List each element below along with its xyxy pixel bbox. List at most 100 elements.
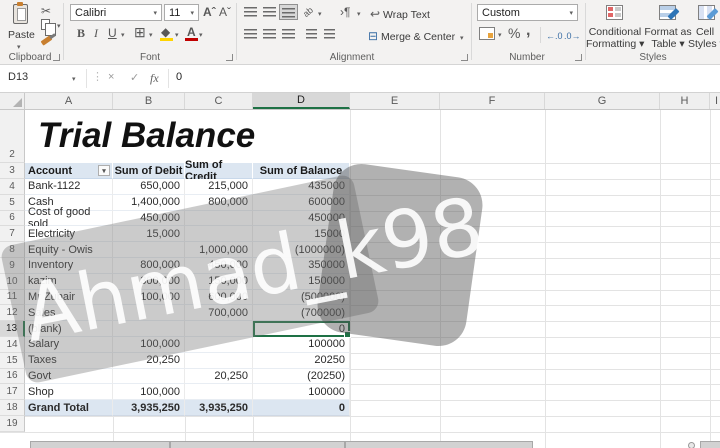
filter-dropdown-icon[interactable]: ▾ bbox=[98, 165, 110, 176]
cell-D9[interactable]: 350000 bbox=[253, 258, 350, 274]
cell-D5[interactable]: 600000 bbox=[253, 195, 350, 211]
cell-A13[interactable]: (blank) bbox=[25, 321, 113, 337]
cell-D7[interactable]: 15000 bbox=[253, 226, 350, 242]
cell-C5[interactable]: 800,000 bbox=[185, 195, 253, 211]
align-bottom-selected[interactable] bbox=[279, 4, 298, 20]
cell-D11[interactable]: (500000) bbox=[253, 290, 350, 306]
column-header-B[interactable]: B bbox=[113, 93, 185, 109]
row-header-7[interactable]: 7 bbox=[0, 226, 25, 242]
cell-D15[interactable]: 20250 bbox=[253, 353, 350, 369]
cell-A18[interactable]: Grand Total bbox=[25, 400, 113, 416]
chevron-down-icon[interactable]: ▾ bbox=[357, 10, 361, 18]
cell-C8[interactable]: 1,000,000 bbox=[185, 242, 253, 258]
cell-B17[interactable]: 100,000 bbox=[113, 384, 185, 400]
cell-A6[interactable]: Cost of good sold bbox=[25, 211, 113, 227]
align-middle-icon[interactable] bbox=[263, 7, 276, 17]
row-header-15[interactable]: 15 bbox=[0, 353, 25, 369]
cell-A12[interactable]: Sales bbox=[25, 305, 113, 321]
row-header-14[interactable]: 14 bbox=[0, 337, 25, 353]
cell-B5[interactable]: 1,400,000 bbox=[113, 195, 185, 211]
align-center-icon[interactable] bbox=[263, 29, 276, 39]
borders-icon[interactable]: ⊞ bbox=[134, 26, 146, 38]
decrease-decimal-icon[interactable]: .0→ bbox=[564, 30, 581, 42]
chevron-down-icon[interactable]: ▾ bbox=[199, 31, 203, 39]
increase-font-icon[interactable]: Aˆ bbox=[203, 6, 216, 18]
row-header-19[interactable]: 19 bbox=[0, 416, 25, 432]
cell-D8[interactable]: (1000000) bbox=[253, 242, 350, 258]
column-header-G[interactable]: G bbox=[545, 93, 660, 109]
row-header-16[interactable]: 16 bbox=[0, 369, 25, 385]
cell-B7[interactable]: 15,000 bbox=[113, 226, 185, 242]
cell-C12[interactable]: 700,000 bbox=[185, 305, 253, 321]
cell-C13[interactable] bbox=[185, 321, 253, 337]
cell-A4[interactable]: Bank-1122 bbox=[25, 179, 113, 195]
cell-B15[interactable]: 20,250 bbox=[113, 353, 185, 369]
cell-C9[interactable]: 450,000 bbox=[185, 258, 253, 274]
cell-D18[interactable]: 0 bbox=[253, 400, 350, 416]
cell-B4[interactable]: 650,000 bbox=[113, 179, 185, 195]
cell-C15[interactable] bbox=[185, 353, 253, 369]
wrap-text-button[interactable]: Wrap Text bbox=[383, 9, 430, 21]
format-as-table-button[interactable]: Format as Table ▾ bbox=[644, 26, 692, 50]
copy-icon[interactable] bbox=[41, 19, 50, 30]
cell-C4[interactable]: 215,000 bbox=[185, 179, 253, 195]
cell-D4[interactable]: 435000 bbox=[253, 179, 350, 195]
orientation-icon[interactable]: ab bbox=[300, 4, 315, 20]
cell-D16[interactable]: (20250) bbox=[253, 369, 350, 385]
cell-A10[interactable]: kazim bbox=[25, 274, 113, 290]
number-format-combo[interactable]: Custom▾ bbox=[477, 4, 578, 21]
cell-B6[interactable]: 450,000 bbox=[113, 211, 185, 227]
pivot-header-balance[interactable]: Sum of Balance bbox=[253, 163, 350, 179]
row-header-6[interactable]: 6 bbox=[0, 211, 25, 227]
cell-C14[interactable] bbox=[185, 337, 253, 353]
percent-style-icon[interactable]: % bbox=[508, 27, 520, 39]
enter-icon[interactable]: ✓ bbox=[130, 71, 139, 84]
italic-button[interactable]: I bbox=[94, 27, 98, 39]
cell-B11[interactable]: 100,000 bbox=[113, 290, 185, 306]
cell-A14[interactable]: Salary bbox=[25, 337, 113, 353]
pivot-header-account[interactable]: Account▾ bbox=[25, 163, 113, 179]
column-header-C[interactable]: C bbox=[185, 93, 253, 109]
format-painter-icon[interactable] bbox=[41, 35, 53, 45]
cell-D10[interactable]: 150000 bbox=[253, 274, 350, 290]
cell-A15[interactable]: Taxes bbox=[25, 353, 113, 369]
insert-function-icon[interactable]: fx bbox=[150, 71, 159, 86]
chevron-down-icon[interactable]: ▾ bbox=[498, 31, 502, 39]
column-header-F[interactable]: F bbox=[440, 93, 545, 109]
column-header-D[interactable]: D bbox=[253, 93, 350, 109]
font-color-icon[interactable]: A bbox=[187, 26, 196, 38]
chevron-down-icon[interactable]: ▾ bbox=[175, 31, 179, 39]
column-header-H[interactable]: H bbox=[660, 93, 710, 109]
font-name-combo[interactable]: Calibri▾ bbox=[70, 4, 162, 21]
cell-B12[interactable] bbox=[113, 305, 185, 321]
bold-button[interactable]: B bbox=[77, 27, 85, 39]
cell-B8[interactable] bbox=[113, 242, 185, 258]
increase-indent-icon[interactable] bbox=[324, 29, 335, 39]
cancel-icon[interactable]: × bbox=[108, 71, 114, 83]
cell-B16[interactable] bbox=[113, 369, 185, 385]
cell-A7[interactable]: Electricity bbox=[25, 226, 113, 242]
merge-center-button[interactable]: Merge & Center bbox=[381, 31, 455, 43]
cell-A9[interactable]: Inventory bbox=[25, 258, 113, 274]
cell-D17[interactable]: 100000 bbox=[253, 384, 350, 400]
row-header-3[interactable]: 3 bbox=[0, 163, 25, 179]
column-header-E[interactable]: E bbox=[350, 93, 440, 109]
cell-B9[interactable]: 800,000 bbox=[113, 258, 185, 274]
column-header-A[interactable]: A bbox=[25, 93, 113, 109]
chevron-down-icon[interactable]: ▾ bbox=[57, 22, 61, 30]
cell-C7[interactable] bbox=[185, 226, 253, 242]
decrease-font-icon[interactable]: Aˇ bbox=[219, 6, 231, 18]
cell-C10[interactable]: 150,000 bbox=[185, 274, 253, 290]
row-header-8[interactable]: 8 bbox=[0, 242, 25, 258]
row-header-18[interactable]: 18 bbox=[0, 400, 25, 416]
row-header-10[interactable]: 10 bbox=[0, 274, 25, 290]
cell-C17[interactable] bbox=[185, 384, 253, 400]
cell-C18[interactable]: 3,935,250 bbox=[185, 400, 253, 416]
cell-B10[interactable]: 300,000 bbox=[113, 274, 185, 290]
name-box[interactable]: D13 ▾ bbox=[0, 65, 86, 92]
formula-input[interactable]: 0 bbox=[176, 71, 182, 83]
column-header-I[interactable]: I bbox=[710, 93, 720, 109]
row-header-13[interactable]: 13 bbox=[0, 321, 25, 337]
cell-B13[interactable] bbox=[113, 321, 185, 337]
cell-D6[interactable]: 450000 bbox=[253, 211, 350, 227]
